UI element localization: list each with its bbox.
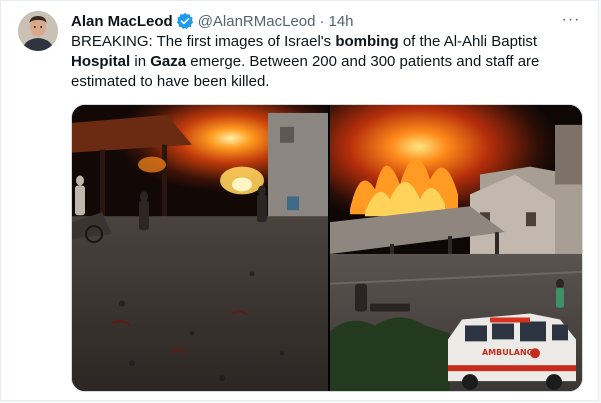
ambulance-vehicle: AMBULANCE xyxy=(448,313,576,391)
tweet-text-bold: Hospital xyxy=(71,53,131,70)
more-options-icon[interactable]: ··· xyxy=(560,9,582,31)
photo-hospital-fire[interactable]: AMBULANCE xyxy=(330,105,583,391)
tweet-text-bold: Gaza xyxy=(150,53,187,70)
author-handle[interactable]: @AlanRMacLeod xyxy=(198,13,316,30)
tweet-text-segment: in xyxy=(130,53,151,70)
tweet-card[interactable]: Alan MacLeod @AlanRMacLeod · 14h ··· BRE… xyxy=(0,0,599,401)
photo-bombing-street[interactable] xyxy=(72,105,328,391)
tweet-media[interactable]: AMBULANCE xyxy=(71,104,583,392)
tweet-text-segment: BREAKING: The first images of Israel's xyxy=(71,33,336,50)
verified-badge-icon xyxy=(176,12,194,30)
tweet-text-segment: of the Al-Ahli Baptist xyxy=(398,33,538,50)
author-name[interactable]: Alan MacLeod xyxy=(71,13,173,30)
tweet-header: Alan MacLeod @AlanRMacLeod · 14h xyxy=(71,10,582,32)
ambulance-label: AMBULANCE xyxy=(482,348,538,357)
author-avatar[interactable] xyxy=(18,11,58,51)
separator-dot: · xyxy=(319,12,325,30)
tweet-text-bold: bombing xyxy=(335,33,399,50)
tweet-timestamp[interactable]: 14h xyxy=(328,13,353,30)
tweet-text: BREAKING: The first images of Israel's b… xyxy=(71,32,571,92)
